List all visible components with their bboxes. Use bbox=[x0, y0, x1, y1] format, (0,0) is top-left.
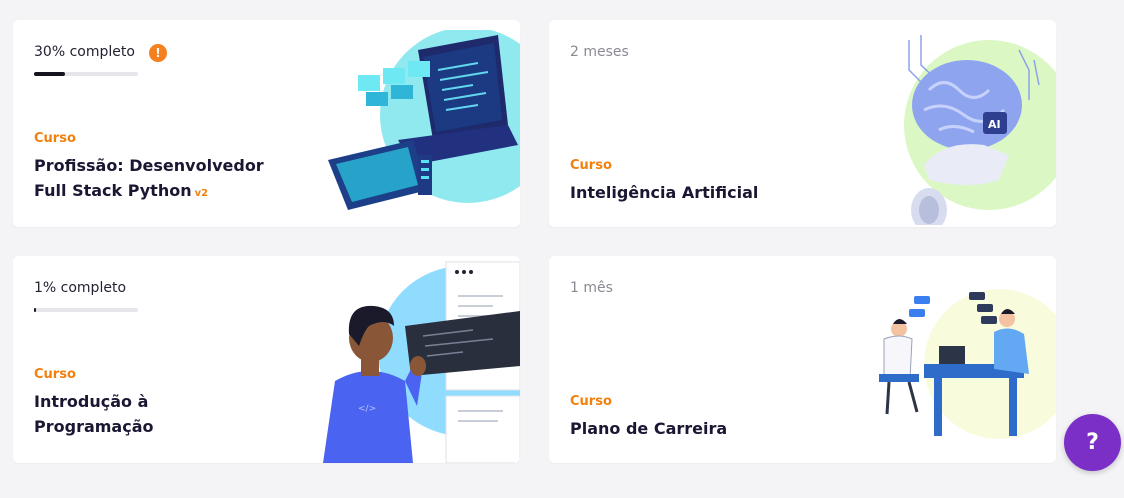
course-card-career[interactable]: 1 mês Curso Plano de Carreira bbox=[549, 256, 1056, 463]
progress-text: 1% completo bbox=[34, 280, 127, 296]
duration-text: 1 mês bbox=[570, 280, 613, 296]
course-card-python[interactable]: 30% completo ! Curso Profissão: Desenvol… bbox=[13, 20, 520, 227]
course-type-label: Curso bbox=[570, 394, 612, 409]
help-button[interactable]: ? bbox=[1064, 414, 1121, 471]
progress-bar bbox=[34, 308, 138, 312]
course-title: Profissão: Desenvolvedor Full Stack Pyth… bbox=[34, 156, 264, 200]
svg-text:AI: AI bbox=[988, 118, 1001, 131]
duration-text: 2 meses bbox=[570, 44, 629, 60]
progress-text: 30% completo bbox=[34, 44, 135, 60]
course-title: Plano de Carreira bbox=[570, 419, 728, 438]
ai-brain-illustration: AI bbox=[904, 35, 1056, 225]
course-card-ai[interactable]: 2 meses Curso Inteligência Artificial AI bbox=[549, 20, 1056, 227]
svg-text:</>: </> bbox=[358, 404, 376, 414]
course-type-label: Curso bbox=[570, 158, 612, 173]
warning-icon[interactable]: ! bbox=[149, 44, 167, 62]
progress-bar-fill bbox=[34, 72, 66, 76]
career-meeting-illustration bbox=[879, 289, 1056, 439]
progress-bar bbox=[34, 72, 138, 76]
course-title: Inteligência Artificial bbox=[570, 183, 759, 202]
course-type-label: Curso bbox=[34, 367, 76, 382]
course-title: Introdução à Programação bbox=[34, 392, 154, 436]
progress-bar-fill bbox=[34, 308, 36, 312]
laptop-servers-illustration bbox=[328, 30, 520, 210]
course-card-intro[interactable]: 1% completo Curso Introdução à Programaç… bbox=[13, 256, 520, 463]
course-type-label: Curso bbox=[34, 131, 76, 146]
version-tag: v2 bbox=[194, 188, 209, 199]
developer-illustration: </> bbox=[323, 261, 520, 463]
